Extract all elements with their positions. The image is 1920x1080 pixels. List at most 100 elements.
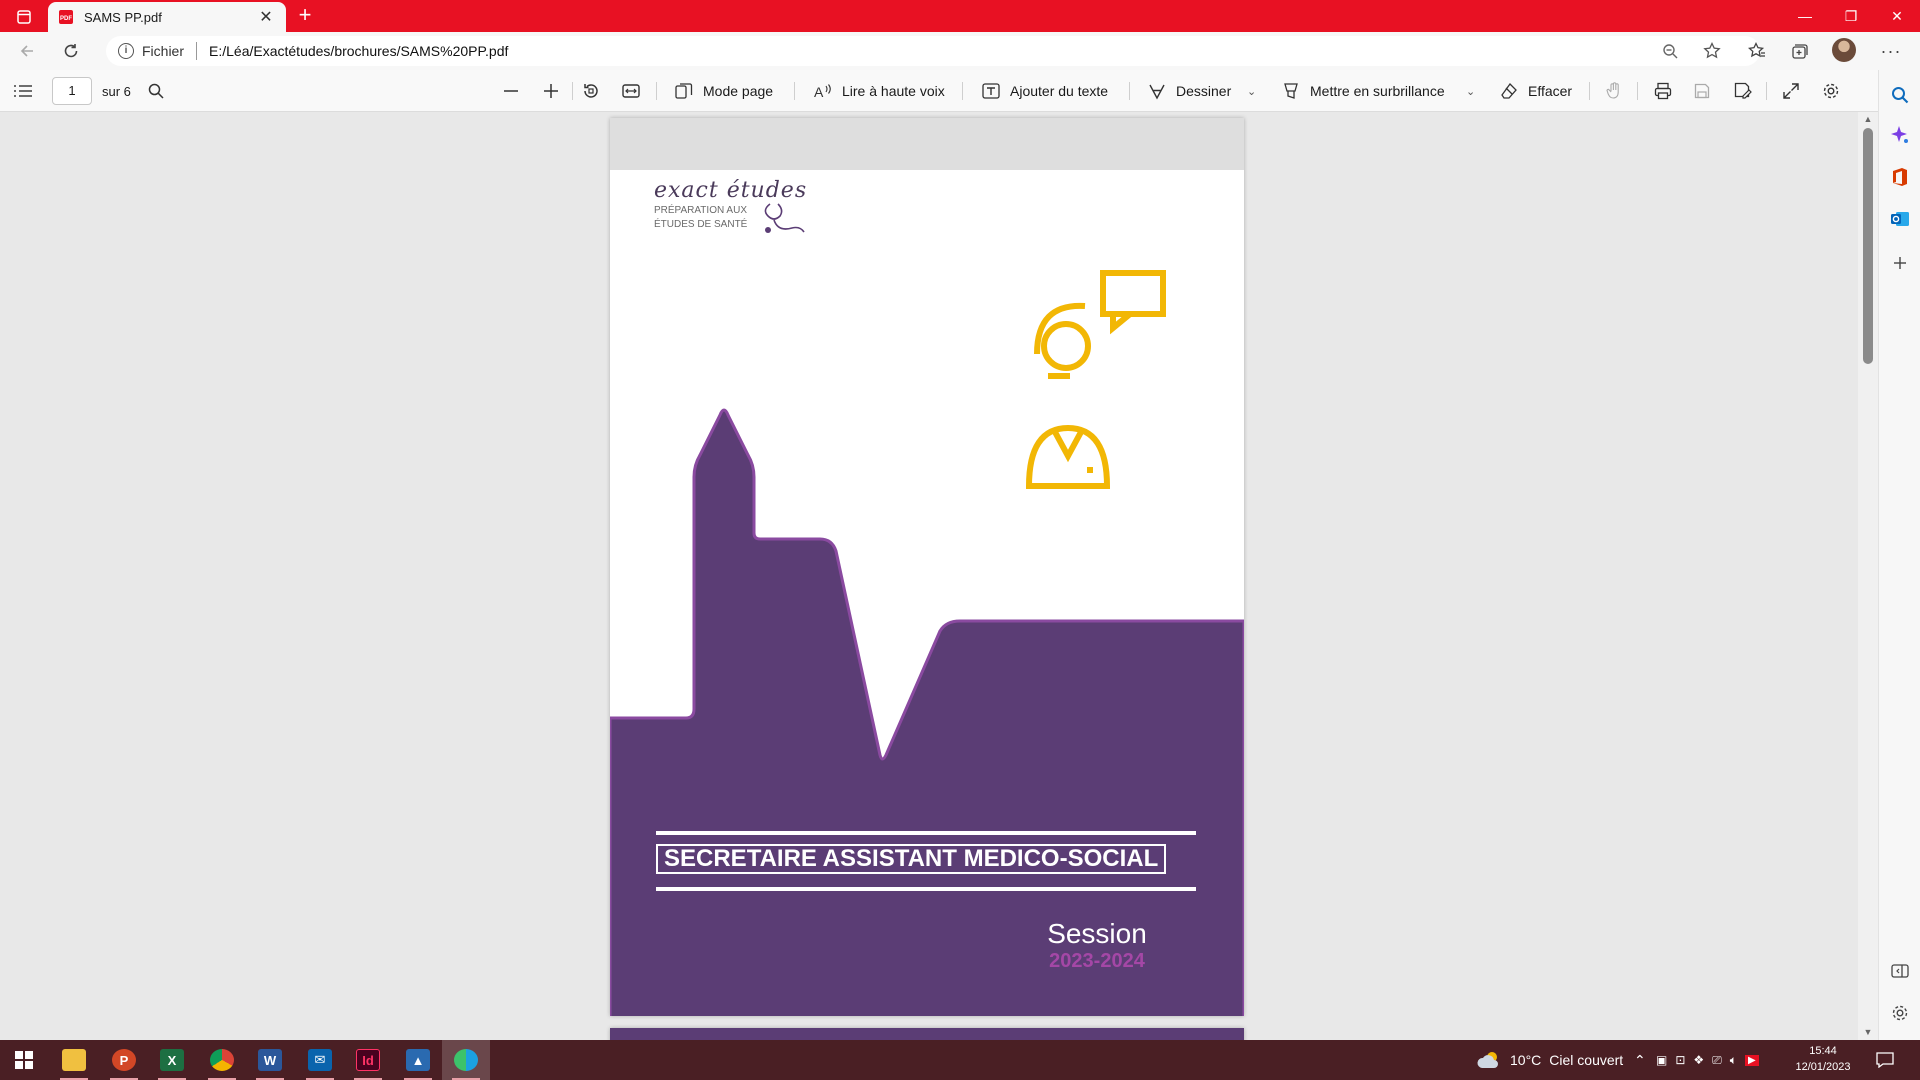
address-bar[interactable]: i Fichier E:/Léa/Exactétudes/brochures/S… (106, 36, 1760, 66)
fullscreen-button[interactable] (1783, 70, 1809, 112)
refresh-button[interactable] (56, 37, 86, 65)
close-window-button[interactable]: ✕ (1874, 0, 1920, 32)
toolbar-divider (1589, 82, 1590, 100)
sidebar-office-button[interactable] (1887, 164, 1913, 190)
toolbar-divider (1637, 82, 1638, 100)
start-button[interactable] (0, 1040, 48, 1080)
language-icon[interactable]: ▶ (1744, 1054, 1759, 1066)
favorites-button[interactable] (1742, 37, 1772, 65)
tray-app-icon[interactable]: ⊡ (1675, 1053, 1685, 1067)
tab-actions-icon[interactable] (10, 6, 38, 28)
zoom-icon[interactable] (1656, 36, 1684, 66)
toolbar-divider (572, 82, 573, 100)
page-view-label: Mode page (703, 83, 774, 99)
restore-button[interactable]: ❐ (1828, 0, 1874, 32)
sidebar-outlook-button[interactable] (1887, 206, 1913, 232)
back-button[interactable] (12, 37, 42, 65)
page-view-button[interactable]: Mode page (675, 70, 773, 112)
taskbar-word[interactable]: W (246, 1040, 294, 1080)
print-button[interactable] (1654, 70, 1682, 112)
add-text-label: Ajouter du texte (1010, 83, 1109, 99)
show-hidden-icons[interactable]: ⌃ (1634, 1040, 1646, 1080)
sidebar-add-button[interactable] (1887, 250, 1913, 276)
tab-strip: PDF SAMS PP.pdf ✕ + — ❐ ✕ (0, 0, 1920, 32)
sidebar-search-button[interactable] (1887, 82, 1913, 108)
taskbar-file-explorer[interactable] (50, 1040, 98, 1080)
taskbar-indesign[interactable]: Id (344, 1040, 392, 1080)
collections-button[interactable] (1784, 37, 1814, 65)
taskbar-mail[interactable]: ✉ (296, 1040, 344, 1080)
taskbar-excel[interactable]: X (148, 1040, 196, 1080)
dropbox-icon[interactable]: ❖ (1693, 1053, 1704, 1067)
taskbar-edge[interactable] (442, 1040, 490, 1080)
sidebar-discover-button[interactable] (1887, 122, 1913, 148)
print-icon (1654, 82, 1672, 100)
taskbar-clock[interactable]: 15:44 12/01/2023 (1788, 1043, 1858, 1075)
gear-icon (1823, 83, 1839, 99)
meet-now-icon[interactable]: ▣ (1656, 1053, 1667, 1067)
navigation-bar: i Fichier E:/Léa/Exactétudes/brochures/S… (0, 32, 1920, 70)
pdf-settings-button[interactable] (1822, 70, 1850, 112)
taskbar-powerpoint[interactable]: P (100, 1040, 148, 1080)
save-as-button[interactable] (1734, 70, 1762, 112)
volume-icon[interactable]: 🔈︎ (1730, 1053, 1737, 1068)
tab-title: SAMS PP.pdf (84, 9, 162, 25)
sparkle-icon (1891, 126, 1908, 143)
rotate-button[interactable] (582, 70, 610, 112)
page-number-input[interactable]: 1 (52, 77, 92, 105)
scroll-up-arrow[interactable]: ▲ (1862, 114, 1874, 124)
chevron-down-icon: ⌄ (1466, 85, 1476, 98)
plus-icon (544, 84, 558, 98)
read-aloud-button[interactable]: A Lire à haute voix (814, 70, 945, 112)
zoom-in-button[interactable] (543, 70, 569, 112)
sidebar-settings-button[interactable] (1887, 1000, 1913, 1026)
profile-avatar[interactable] (1832, 38, 1856, 62)
session-years: 2023-2024 (1049, 950, 1145, 972)
add-text-button[interactable]: Ajouter du texte (982, 70, 1108, 112)
contents-button[interactable] (14, 70, 42, 112)
weather-widget[interactable]: 10°C Ciel couvert (1476, 1040, 1623, 1080)
highlight-options-dropdown[interactable]: ⌄ (1466, 70, 1475, 112)
minimize-button[interactable]: — (1782, 0, 1828, 32)
info-icon[interactable]: i (118, 43, 134, 59)
taskbar-chrome[interactable] (198, 1040, 246, 1080)
save-button[interactable] (1694, 70, 1720, 112)
sidebar-hide-button[interactable] (1887, 958, 1913, 984)
more-dots-icon: ··· (1880, 40, 1902, 61)
address-url[interactable]: E:/Léa/Exactétudes/brochures/SAMS%20PP.p… (209, 43, 508, 59)
pdf-viewer[interactable]: exact études PRÉPARATION AUX ÉTUDES DE S… (0, 112, 1858, 1040)
find-button[interactable] (148, 70, 174, 112)
scroll-down-arrow[interactable]: ▼ (1862, 1027, 1874, 1037)
favorites-star-icon (1748, 42, 1765, 58)
taskbar-photos[interactable]: ▲ (394, 1040, 442, 1080)
fit-width-button[interactable] (622, 70, 650, 112)
touch-write-button[interactable] (1606, 70, 1632, 112)
network-icon[interactable]: ⎚ (1712, 1053, 1722, 1068)
erase-button[interactable]: Effacer (1500, 70, 1572, 112)
tab-sams-pdf[interactable]: PDF SAMS PP.pdf ✕ (48, 2, 286, 32)
draw-label: Dessiner (1176, 83, 1232, 99)
notification-center-button[interactable] (1876, 1040, 1894, 1080)
erase-label: Effacer (1528, 83, 1573, 99)
settings-more-button[interactable]: ··· (1876, 37, 1906, 65)
search-icon (148, 83, 164, 99)
highlight-button[interactable]: Mettre en surbrillance (1282, 70, 1445, 112)
mail-icon: ✉ (308, 1049, 332, 1071)
session-label: Session (1047, 918, 1147, 949)
viewer-scrollbar[interactable]: ▲ ▼ (1858, 112, 1878, 1040)
folder-icon (62, 1049, 86, 1071)
cloud-icon (1477, 1052, 1498, 1068)
scroll-thumb[interactable] (1863, 128, 1873, 364)
draw-options-dropdown[interactable]: ⌄ (1247, 70, 1256, 112)
new-tab-button[interactable]: + (292, 3, 318, 29)
word-icon: W (258, 1049, 282, 1071)
zoom-out-button[interactable] (503, 70, 529, 112)
windows-logo-icon (15, 1051, 33, 1069)
edge-sidebar (1878, 70, 1920, 1040)
draw-button[interactable]: Dessiner (1148, 70, 1231, 112)
cover-title-block: SECRETAIRE ASSISTANT MEDICO-SOCIAL (656, 831, 1196, 891)
add-favorite-icon[interactable] (1698, 36, 1726, 66)
outlook-icon (1891, 212, 1909, 226)
read-aloud-icon: A (814, 84, 831, 99)
tab-close-icon[interactable]: ✕ (256, 7, 276, 27)
